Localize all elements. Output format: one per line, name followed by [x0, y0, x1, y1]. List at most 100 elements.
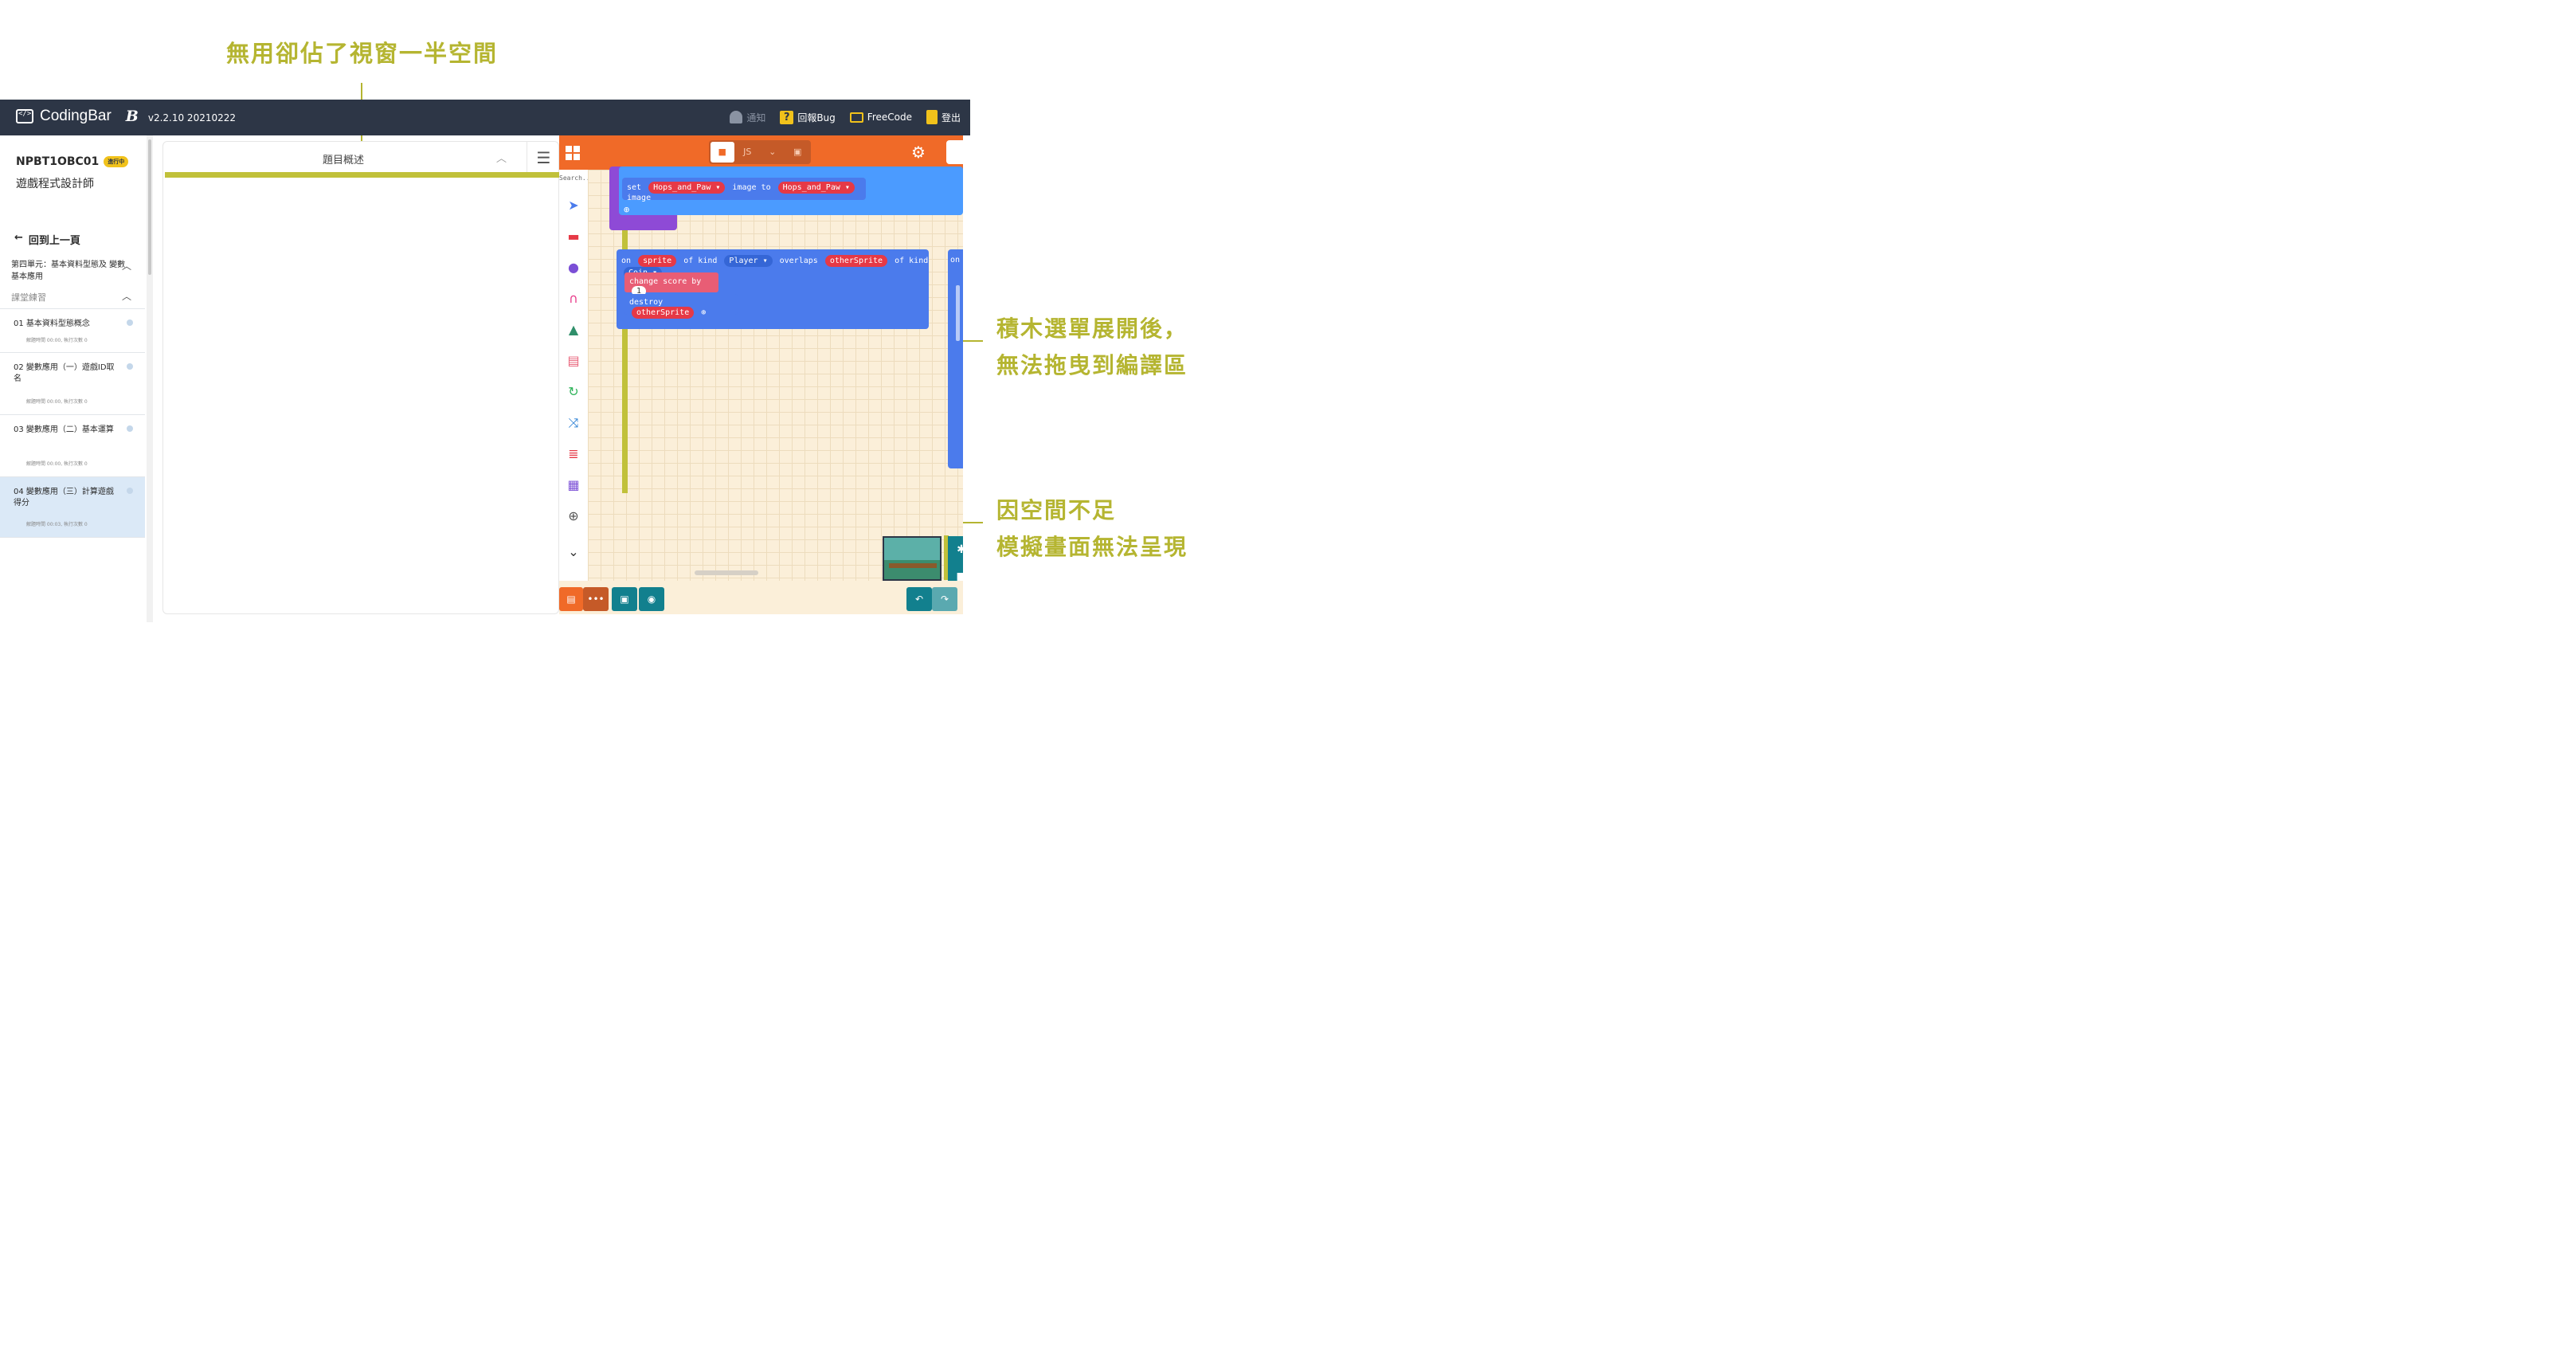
annotation-middle: 積木選單展開後， 無法拖曳到編譯區: [996, 311, 1188, 384]
kind-dropdown[interactable]: Player ▾: [724, 255, 773, 267]
exercise-meta: 解題時間 00:00, 執行次數 0: [26, 338, 88, 343]
github-icon[interactable]: ◉: [639, 587, 664, 611]
unit-header[interactable]: 第四單元：基本資料型態及 變數基本應用 ︿: [11, 259, 131, 283]
top-nav: 通知 ? 回報Bug FreeCode 登出: [730, 110, 961, 124]
sim-platform: [889, 563, 937, 568]
blocks-editor: ■ JS ⌄ ▣ ⚙ Search... ➤ ▬ ● ∩ ▲ ▤ ↻ ⤨ ≣ ▦…: [559, 135, 963, 614]
set-image-block[interactable]: set Hops_and_Paw ▾ image to Hops_and_Paw…: [622, 178, 866, 202]
debug-bug-icon[interactable]: ✱: [948, 536, 963, 563]
block-text: set: [627, 183, 642, 192]
change-score-block[interactable]: change score by 1: [624, 272, 718, 296]
variable-dropdown[interactable]: Hops_and_Paw ▾: [777, 182, 855, 194]
code-workspace[interactable]: set Hops_and_Paw ▾ image to Hops_and_Paw…: [588, 167, 963, 590]
annotation-middle-line1: 積木選單展開後，: [996, 315, 1188, 342]
on-event-block-partial[interactable]: on: [948, 249, 963, 468]
exercise-meta: 解題時間 00:00, 執行次數 0: [26, 461, 88, 467]
section-label: 課堂練習: [11, 292, 46, 303]
unit-title: 第四單元：基本資料型態及 變數基本應用: [11, 261, 126, 281]
brand[interactable]: CodingBar B v2.2.10 20210222: [16, 108, 236, 125]
horizontal-scroll-thumb[interactable]: [695, 570, 758, 575]
extensions-category-icon[interactable]: ⊕: [566, 508, 581, 524]
block-text: of kind: [895, 257, 929, 265]
nav-notifications[interactable]: 通知: [730, 111, 765, 124]
simulator-preview[interactable]: [883, 536, 942, 581]
game-category-icon[interactable]: ●: [566, 260, 581, 276]
new-file-icon[interactable]: ▤: [559, 587, 583, 611]
exercise-title: 03 變數應用（二）基本運算: [14, 425, 114, 434]
code-icon: [849, 112, 863, 123]
destroy-block[interactable]: destroy otherSprite ⊕: [624, 294, 738, 319]
logic-category-icon[interactable]: ⤨: [566, 415, 581, 431]
workspace-scroll-thumb[interactable]: [956, 285, 960, 341]
section-header[interactable]: 課堂練習 ︿: [11, 291, 131, 304]
chevron-down-icon[interactable]: ⌄: [761, 142, 785, 163]
exercise-meta: 解題時間 00:03, 執行次數 0: [26, 522, 88, 527]
version-label: v2.2.10 20210222: [147, 112, 237, 123]
nav-notifications-label: 通知: [746, 112, 766, 123]
exercise-item[interactable]: 03 變數應用（二）基本運算 解題時間 00:00, 執行次數 0: [0, 414, 145, 476]
info-category-icon[interactable]: ▤: [566, 353, 581, 369]
back-label: 回到上一頁: [28, 235, 80, 247]
brand-name: CodingBar: [40, 108, 112, 124]
course-code: NPBT1OBC01 進行中: [16, 155, 129, 168]
block-toolbox: Search... ➤ ▬ ● ∩ ▲ ▤ ↻ ⤨ ≣ ▦ ⊕ ⌄: [559, 170, 593, 581]
chevron-up-icon: ︿: [122, 291, 132, 302]
check-icon: [127, 363, 133, 370]
nav-freecode[interactable]: FreeCode: [849, 112, 912, 123]
back-link[interactable]: ← 回到上一頁: [14, 232, 80, 247]
save-icon[interactable]: ▣: [612, 587, 637, 611]
nav-logout[interactable]: 登出: [926, 110, 961, 124]
chevron-up-icon[interactable]: ︿: [496, 150, 507, 165]
check-icon: [127, 488, 133, 494]
controller-category-icon[interactable]: ▬: [566, 229, 581, 245]
exercise-item[interactable]: 02 變數應用（一）遊戲ID取名 解題時間 00:00, 執行次數 0: [0, 352, 145, 414]
description-title: 題目概述: [323, 155, 365, 167]
variable-other-sprite[interactable]: otherSprite: [632, 307, 695, 319]
music-category-icon[interactable]: ∩: [566, 291, 581, 307]
exercise-title: 01 基本資料型態概念: [14, 319, 90, 328]
variable-sprite[interactable]: sprite: [638, 255, 677, 267]
add-circle-icon[interactable]: ⊕: [701, 308, 706, 317]
sidebar-scroll-thumb[interactable]: [148, 139, 151, 275]
exercise-item-active[interactable]: 04 變數應用（三）計算遊戲得分 解題時間 00:03, 執行次數 0: [0, 476, 145, 537]
sprites-category-icon[interactable]: ➤: [566, 198, 581, 214]
question-icon: ?: [780, 110, 794, 124]
top-navbar: CodingBar B v2.2.10 20210222 通知 ? 回報Bug …: [0, 100, 970, 135]
editor-header: ■ JS ⌄ ▣ ⚙: [559, 135, 963, 170]
javascript-view-button[interactable]: JS: [735, 142, 759, 163]
loops-category-icon[interactable]: ↻: [566, 384, 581, 400]
add-circle-icon[interactable]: ⊕: [624, 204, 629, 215]
avatar[interactable]: [946, 140, 963, 164]
home-tiles-icon[interactable]: [566, 146, 580, 160]
variable-other-sprite[interactable]: otherSprite: [824, 255, 888, 267]
exercise-title: 04 變數應用（三）計算遊戲得分: [14, 488, 114, 507]
gear-icon[interactable]: ⚙: [911, 143, 926, 162]
scene-category-icon[interactable]: ▲: [566, 322, 581, 338]
nav-logout-label: 登出: [941, 112, 961, 123]
image-asset-button[interactable]: ▣: [785, 142, 809, 163]
course-code-text: NPBT1OBC01: [16, 155, 100, 168]
view-switcher: ■ JS ⌄ ▣: [709, 140, 811, 164]
brand-mark: B: [125, 108, 139, 125]
exercise-item[interactable]: 01 基本資料型態概念 解題時間 00:00, 執行次數 0: [0, 308, 145, 352]
variable-dropdown[interactable]: Hops_and_Paw ▾: [648, 182, 726, 194]
variables-category-icon[interactable]: ≣: [566, 446, 581, 462]
block-text: image: [627, 194, 652, 202]
chevron-down-icon[interactable]: ⌄: [566, 544, 581, 560]
on-overlap-header: on sprite of kind Player ▾ overlaps othe…: [620, 253, 932, 279]
highlight-bar: [165, 172, 560, 178]
undo-icon[interactable]: ↶: [906, 587, 932, 611]
blocks-view-button[interactable]: ■: [711, 142, 734, 163]
chevron-up-icon: ︿: [122, 261, 132, 272]
more-options-icon[interactable]: •••: [583, 587, 609, 611]
codingbar-logo-icon: [16, 109, 33, 123]
nav-report-bug[interactable]: ? 回報Bug: [780, 110, 836, 124]
annotation-bottom-line1: 因空間不足: [996, 497, 1117, 523]
hamburger-menu-icon[interactable]: ☰: [527, 142, 560, 175]
annotation-middle-line2: 無法拖曳到編譯區: [996, 352, 1188, 378]
block-text: overlaps: [779, 257, 818, 265]
exercise-meta: 解題時間 00:00, 執行次數 0: [26, 399, 88, 405]
block-text: destroy: [629, 298, 664, 307]
math-category-icon[interactable]: ▦: [566, 477, 581, 493]
redo-icon[interactable]: ↷: [932, 587, 957, 611]
